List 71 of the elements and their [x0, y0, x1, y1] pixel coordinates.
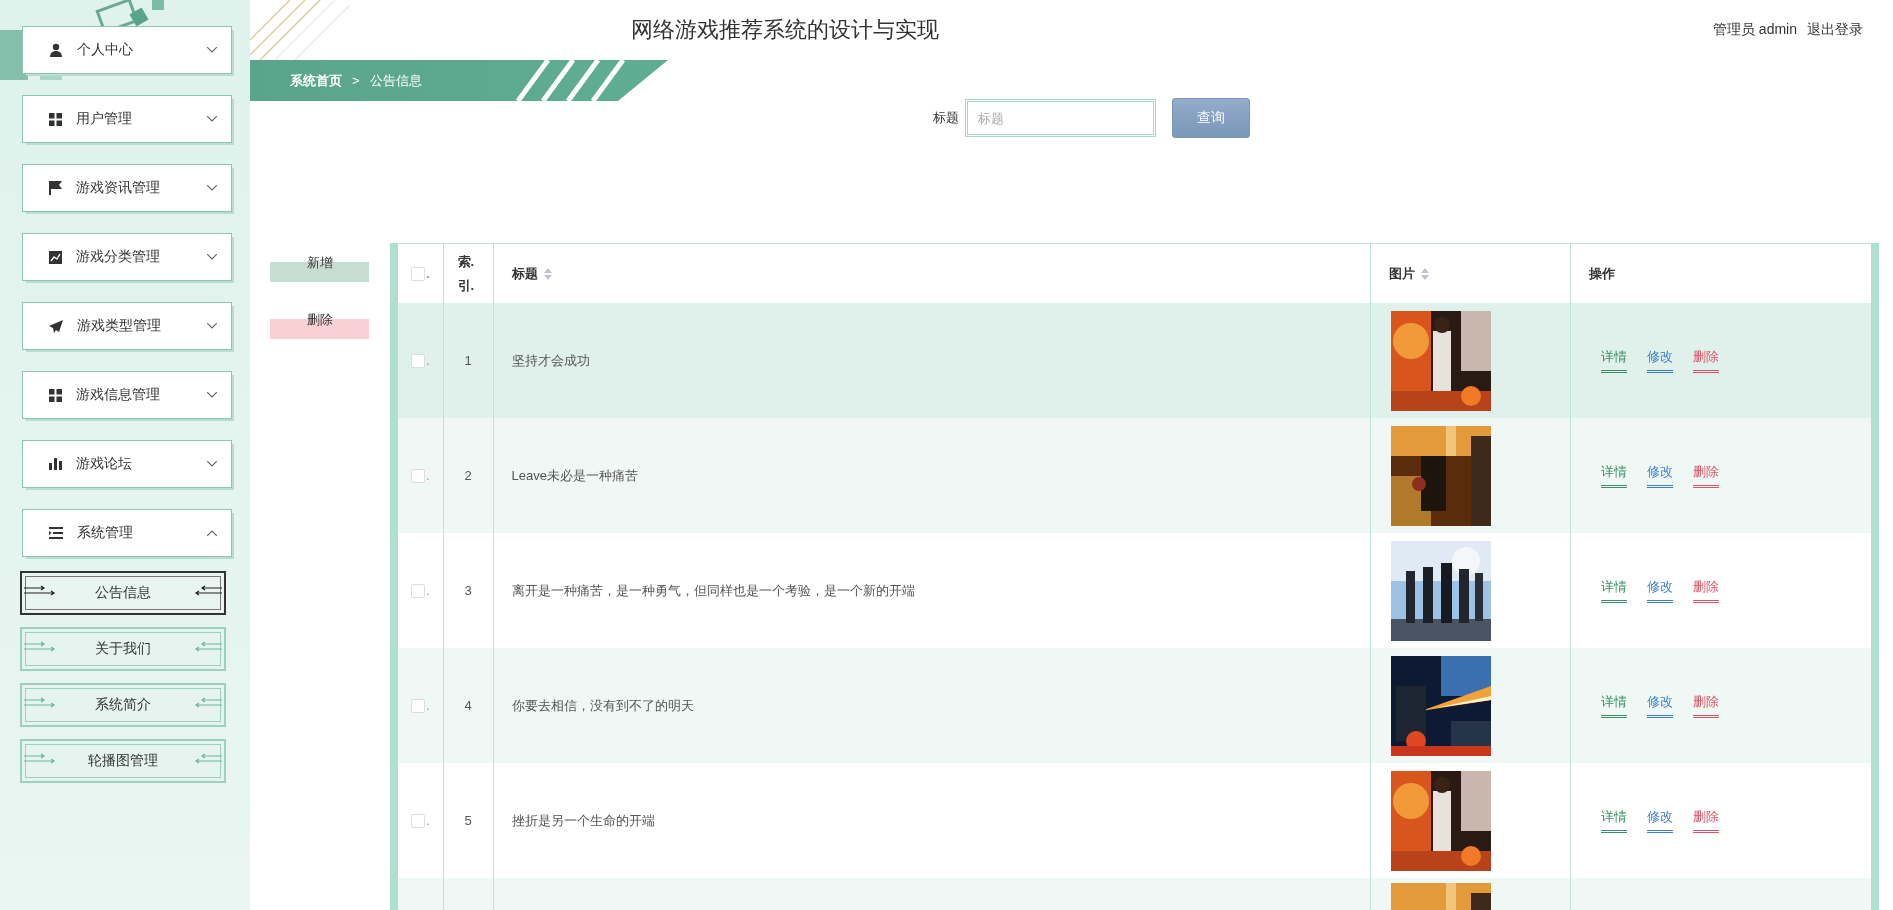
- edit-link[interactable]: 修改: [1646, 808, 1673, 833]
- title-cell: 离开是一种痛苦，是一种勇气，但同样也是一个考验，是一个新的开端: [511, 582, 915, 598]
- add-button[interactable]: 新增: [270, 253, 369, 282]
- grid-icon: [49, 112, 62, 126]
- column-header[interactable]: 标题: [511, 264, 538, 283]
- detail-link[interactable]: 详情: [1600, 348, 1627, 373]
- paper-plane-icon: [49, 319, 63, 333]
- detail-link[interactable]: 详情: [1600, 693, 1627, 718]
- checkbox[interactable]: [410, 468, 425, 483]
- menu-item[interactable]: 系统管理: [22, 509, 232, 557]
- delete-link[interactable]: 删除: [1692, 808, 1719, 833]
- sort-icon[interactable]: [543, 267, 552, 280]
- checkbox-mark: .: [425, 468, 430, 483]
- submenu-item[interactable]: 系统简介: [20, 683, 226, 727]
- edit-link[interactable]: 修改: [1646, 463, 1673, 488]
- edit-link[interactable]: 修改: [1646, 693, 1673, 718]
- delete-button[interactable]: 删除: [270, 310, 369, 339]
- line-chart-icon: [49, 250, 62, 264]
- list-icon: [49, 527, 63, 539]
- menu-item[interactable]: 游戏分类管理: [22, 233, 232, 281]
- index-cell-text: 5: [463, 813, 473, 828]
- delete-link[interactable]: 删除: [1692, 463, 1719, 488]
- checkbox[interactable]: [410, 583, 425, 598]
- menu-item[interactable]: 个人中心: [22, 26, 232, 74]
- menu-item[interactable]: 游戏信息管理: [22, 371, 232, 419]
- index-cell-text: 4: [463, 698, 473, 713]
- checkbox-mark: .: [425, 353, 430, 368]
- index-cell-text: 1: [463, 353, 473, 368]
- detail-link[interactable]: 详情: [1600, 808, 1627, 833]
- delete-link[interactable]: 删除: [1692, 693, 1719, 718]
- title-cell: 坚持才会成功: [511, 352, 590, 368]
- menu-item[interactable]: 游戏论坛: [22, 440, 232, 488]
- flag-icon: [49, 181, 62, 195]
- user-label: 管理员 admin: [1712, 21, 1797, 39]
- title-cell: Leave未必是一种痛苦: [511, 467, 638, 483]
- checkbox-mark: .: [425, 698, 430, 713]
- checkbox-mark: .: [425, 583, 430, 598]
- edit-link[interactable]: 修改: [1646, 578, 1673, 603]
- edit-link[interactable]: 修改: [1646, 348, 1673, 373]
- submenu-item[interactable]: 公告信息: [20, 571, 226, 615]
- detail-link[interactable]: 详情: [1600, 463, 1627, 488]
- title-cell: 挫折是另一个生命的开端: [511, 812, 655, 828]
- checkbox[interactable]: [410, 698, 425, 713]
- index-cell-text: 3: [463, 583, 473, 598]
- checkbox[interactable]: [410, 813, 425, 828]
- column-header[interactable]: 图片: [1388, 264, 1415, 283]
- sort-icon[interactable]: [1420, 267, 1429, 280]
- breadcrumb-current: 公告信息: [369, 71, 422, 90]
- column-header: 索.引.: [457, 252, 476, 295]
- menu-item[interactable]: 游戏资讯管理: [22, 164, 232, 212]
- column-header: 操作: [1588, 264, 1615, 283]
- person-icon: [49, 43, 63, 57]
- index-cell-text: 2: [463, 468, 473, 483]
- delete-link[interactable]: 删除: [1692, 578, 1719, 603]
- menu-item[interactable]: 游戏类型管理: [22, 302, 232, 350]
- grid-icon: [49, 388, 62, 402]
- submenu-item[interactable]: 轮播图管理: [20, 739, 226, 783]
- search-field[interactable]: 标题: [965, 99, 1156, 137]
- submenu-item[interactable]: 关于我们: [20, 627, 226, 671]
- checkbox[interactable]: [410, 266, 425, 281]
- detail-link[interactable]: 详情: [1600, 578, 1627, 603]
- logout-link[interactable]: 退出登录: [1807, 21, 1863, 39]
- page-title: 网络游戏推荐系统的设计与实现: [631, 16, 939, 44]
- checkbox[interactable]: [410, 353, 425, 368]
- breadcrumb-separator: >: [352, 73, 360, 88]
- bar-chart-icon: [49, 458, 62, 470]
- checkbox-mark: .: [425, 813, 430, 828]
- title-cell: 你要去相信，没有到不了的明天: [511, 697, 694, 713]
- menu-item[interactable]: 用户管理: [22, 95, 232, 143]
- search-label: 标题: [933, 109, 959, 127]
- checkbox-mark: .: [425, 266, 430, 281]
